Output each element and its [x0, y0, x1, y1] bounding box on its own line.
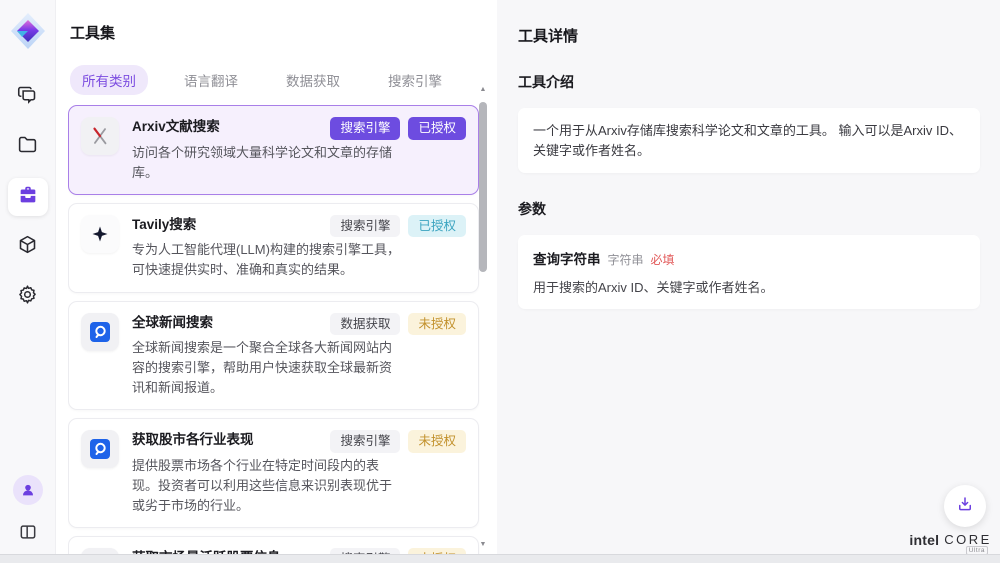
- scrollbar-thumb[interactable]: [479, 102, 487, 272]
- tool-card-stock-sectors[interactable]: 获取股市各行业表现 搜索引擎 未授权 提供股票市场各个行业在特定时间段内的表现。…: [68, 418, 479, 528]
- auth-status-badge: 未授权: [408, 430, 466, 453]
- param-type: 字符串: [608, 251, 644, 268]
- sidebar-item-settings[interactable]: [8, 278, 48, 316]
- detail-title: 工具详情: [518, 25, 980, 46]
- sidebar-item-chat[interactable]: [8, 78, 48, 116]
- tool-card-global-news[interactable]: 全球新闻搜索 数据获取 未授权 全球新闻搜索是一个聚合全球各大新闻网站内容的搜索…: [68, 301, 479, 411]
- tool-detail-panel: 工具详情 工具介绍 一个用于从Arxiv存储库搜索科学论文和文章的工具。 输入可…: [497, 0, 1000, 563]
- tool-description: 专为人工智能代理(LLM)构建的搜索引擎工具，可快速提供实时、准确和真实的结果。: [132, 240, 402, 280]
- sidebar-item-files[interactable]: [8, 128, 48, 166]
- tool-description: 全球新闻搜索是一个聚合全球各大新闻网站内容的搜索引擎，帮助用户快速获取全球最新资…: [132, 338, 402, 398]
- columns-icon: [18, 522, 38, 547]
- tool-name: 全球新闻搜索: [132, 313, 213, 333]
- tool-name: Arxiv文献搜索: [132, 117, 220, 137]
- tab-translation[interactable]: 语言翻译: [172, 65, 250, 95]
- category-badge: 搜索引擎: [330, 117, 400, 140]
- intel-core-logo: intel CORE Ultra: [909, 532, 988, 555]
- category-badge: 数据获取: [330, 313, 400, 336]
- intro-heading: 工具介绍: [518, 72, 980, 92]
- news-search-icon: [81, 313, 119, 351]
- param-name: 查询字符串: [533, 248, 601, 268]
- toolbox-icon: [17, 184, 39, 211]
- scroll-down-arrow-icon[interactable]: ▼: [478, 541, 488, 548]
- list-scrollbar[interactable]: ▲ ▼: [478, 86, 488, 548]
- auth-status-badge: 未授权: [408, 313, 466, 336]
- intro-card: 一个用于从Arxiv存储库搜索科学论文和文章的工具。 输入可以是Arxiv ID…: [518, 108, 980, 173]
- sidebar-bottom: [0, 475, 56, 549]
- tavily-star-icon: [81, 215, 119, 253]
- sidebar-nav: [8, 78, 48, 316]
- sidebar: [0, 0, 56, 563]
- tool-card-tavily[interactable]: Tavily搜索 搜索引擎 已授权 专为人工智能代理(LLM)构建的搜索引擎工具…: [68, 203, 479, 293]
- tab-all-categories[interactable]: 所有类别: [70, 65, 148, 95]
- page-title: 工具集: [70, 22, 497, 43]
- cube-icon: [17, 234, 38, 260]
- app-logo-icon: [10, 12, 46, 50]
- tool-name: 获取股市各行业表现: [132, 430, 254, 450]
- params-heading: 参数: [518, 199, 980, 219]
- user-avatar[interactable]: [13, 475, 43, 505]
- stock-search-icon: [81, 430, 119, 468]
- window-bottom-edge: [0, 554, 1000, 563]
- gear-icon: [17, 284, 38, 310]
- intel-wordmark: intel: [909, 532, 939, 548]
- download-icon: [956, 495, 974, 518]
- scroll-up-arrow-icon[interactable]: ▲: [478, 86, 488, 93]
- category-badge: 搜索引擎: [330, 430, 400, 453]
- tab-data-fetch[interactable]: 数据获取: [274, 65, 352, 95]
- tool-description: 访问各个研究领域大量科学论文和文章的存储库。: [132, 143, 402, 183]
- app-window: 工具集 所有类别 语言翻译 数据获取 搜索引擎 Arxiv文献搜索: [0, 0, 1000, 563]
- chat-icon: [17, 84, 38, 110]
- sidebar-item-layout[interactable]: [8, 519, 48, 549]
- folder-icon: [17, 134, 38, 160]
- sidebar-item-models[interactable]: [8, 228, 48, 266]
- auth-status-badge: 已授权: [408, 117, 466, 140]
- auth-status-badge: 已授权: [408, 215, 466, 238]
- tool-name: Tavily搜索: [132, 215, 196, 235]
- param-description: 用于搜索的Arxiv ID、关键字或作者姓名。: [533, 277, 965, 296]
- param-required-flag: 必填: [651, 251, 675, 268]
- tool-card-arxiv[interactable]: Arxiv文献搜索 搜索引擎 已授权 访问各个研究领域大量科学论文和文章的存储库…: [68, 105, 479, 195]
- category-tabs: 所有类别 语言翻译 数据获取 搜索引擎: [70, 65, 497, 95]
- tab-search-engine[interactable]: 搜索引擎: [376, 65, 454, 95]
- sidebar-item-toolset[interactable]: [8, 178, 48, 216]
- param-card: 查询字符串 字符串 必填 用于搜索的Arxiv ID、关键字或作者姓名。: [518, 235, 980, 309]
- arxiv-icon: [81, 117, 119, 155]
- category-badge: 搜索引擎: [330, 215, 400, 238]
- core-wordmark: CORE: [944, 532, 992, 547]
- toolset-panel: 工具集 所有类别 语言翻译 数据获取 搜索引擎 Arxiv文献搜索: [56, 0, 497, 563]
- download-button[interactable]: [944, 485, 986, 527]
- tool-list: Arxiv文献搜索 搜索引擎 已授权 访问各个研究领域大量科学论文和文章的存储库…: [68, 105, 480, 563]
- tool-description: 提供股票市场各个行业在特定时间段内的表现。投资者可以利用这些信息来识别表现优于或…: [132, 456, 402, 516]
